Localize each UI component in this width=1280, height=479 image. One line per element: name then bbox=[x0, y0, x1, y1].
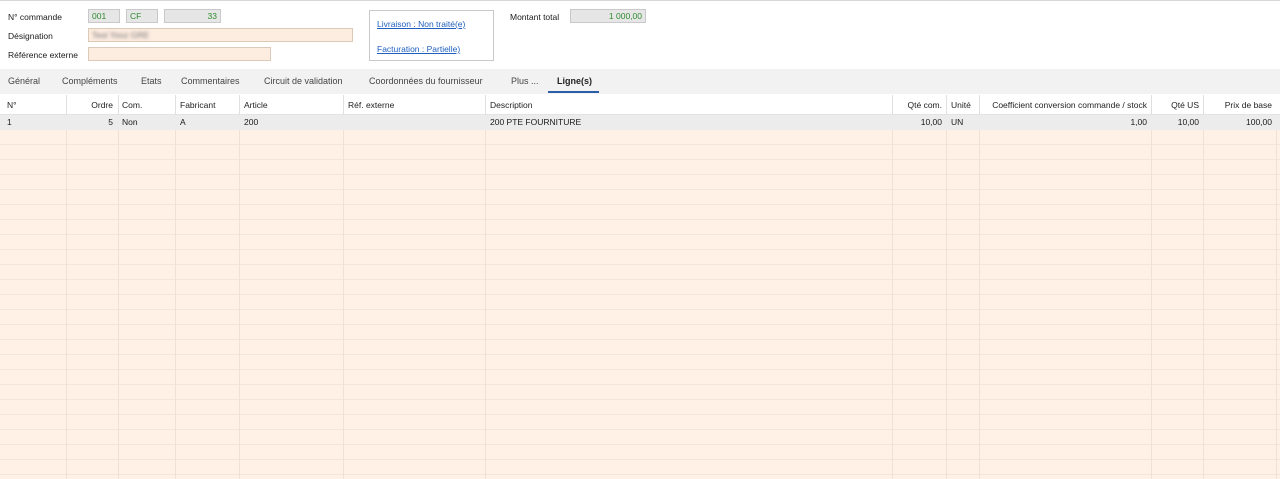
billing-status-link[interactable]: Facturation : Partielle) bbox=[377, 44, 460, 54]
total-amount-label: Montant total bbox=[510, 12, 560, 22]
cell-numero: 1 bbox=[7, 117, 12, 127]
grid-column-line bbox=[118, 115, 119, 479]
cell-unite: UN bbox=[951, 117, 964, 127]
column-header-coefficient-conversion[interactable]: Coefficient conversion commande / stock bbox=[980, 95, 1151, 115]
column-header-description[interactable]: Description bbox=[486, 95, 892, 115]
grid-column-line bbox=[175, 115, 176, 479]
total-amount-field: 1 000,00 bbox=[570, 9, 646, 23]
column-header-fabricant[interactable]: Fabricant bbox=[176, 95, 239, 115]
order-lines-grid: N° Ordre Com. Fabricant Article Réf. ext… bbox=[0, 95, 1280, 479]
grid-column-line bbox=[892, 115, 893, 479]
grid-column-line bbox=[66, 115, 67, 479]
column-header-article[interactable]: Article bbox=[240, 95, 343, 115]
column-header-reference-externe[interactable]: Réf. externe bbox=[344, 95, 485, 115]
tab-circuit-validation[interactable]: Circuit de validation bbox=[264, 69, 343, 94]
cell-ordre: 5 bbox=[108, 117, 113, 127]
tab-commentaires[interactable]: Commentaires bbox=[181, 69, 240, 94]
grid-column-line bbox=[343, 115, 344, 479]
grid-column-line bbox=[946, 115, 947, 479]
grid-header: N° Ordre Com. Fabricant Article Réf. ext… bbox=[0, 95, 1280, 115]
grid-column-line bbox=[1276, 115, 1277, 479]
tab-complements[interactable]: Compléments bbox=[62, 69, 118, 94]
cell-coefficient-conversion: 1,00 bbox=[1130, 117, 1147, 127]
grid-column-line bbox=[1151, 115, 1152, 479]
grid-column-line bbox=[1203, 115, 1204, 479]
order-number-type-field[interactable]: CF bbox=[126, 9, 158, 23]
tab-general[interactable]: Général bbox=[8, 69, 40, 94]
cell-description: 200 PTE FOURNITURE bbox=[490, 117, 582, 127]
grid-column-line bbox=[239, 115, 240, 479]
top-border bbox=[0, 0, 1280, 1]
tab-plus[interactable]: Plus ... bbox=[511, 69, 539, 94]
column-header-numero[interactable]: N° bbox=[3, 95, 65, 115]
grid-column-line bbox=[979, 115, 980, 479]
delivery-status-link[interactable]: Livraison : Non traité(e) bbox=[377, 19, 465, 29]
designation-field[interactable]: Test Yooz GRE bbox=[88, 28, 353, 42]
column-header-com[interactable]: Com. bbox=[118, 95, 175, 115]
column-header-quantite-us[interactable]: Qté US bbox=[1152, 95, 1203, 115]
cell-quantite-commandee: 10,00 bbox=[920, 117, 942, 127]
table-row[interactable]: 1 5 Non A 200 200 PTE FOURNITURE 10,00 U… bbox=[0, 115, 1280, 130]
designation-label: Désignation bbox=[8, 31, 53, 41]
grid-column-line bbox=[485, 115, 486, 479]
cell-com: Non bbox=[122, 117, 138, 127]
order-number-prefix-field[interactable]: 001 bbox=[88, 9, 120, 23]
column-header-unite[interactable]: Unité bbox=[947, 95, 979, 115]
cell-prix-de-base: 100,00 bbox=[1246, 117, 1272, 127]
column-header-quantite-commandee[interactable]: Qté com. bbox=[893, 95, 946, 115]
external-reference-label: Référence externe bbox=[8, 50, 78, 60]
tab-etats[interactable]: Etats bbox=[141, 69, 162, 94]
grid-body bbox=[0, 115, 1280, 479]
cell-reference-externe bbox=[344, 115, 485, 130]
order-number-field[interactable]: 33 bbox=[164, 9, 221, 23]
tab-coordonnees-fournisseur[interactable]: Coordonnées du fournisseur bbox=[369, 69, 483, 94]
cell-article: 200 bbox=[244, 117, 259, 127]
active-tab-indicator bbox=[548, 91, 599, 93]
column-header-ordre[interactable]: Ordre bbox=[67, 95, 117, 115]
column-header-prix-de-base[interactable]: Prix de base bbox=[1204, 95, 1276, 115]
external-reference-field[interactable] bbox=[88, 47, 271, 61]
order-number-label: N° commande bbox=[8, 12, 62, 22]
cell-fabricant: A bbox=[180, 117, 186, 127]
designation-value: Test Yooz GRE bbox=[92, 30, 150, 40]
cell-quantite-us: 10,00 bbox=[1177, 117, 1199, 127]
tab-bar: Général Compléments Etats Commentaires C… bbox=[0, 69, 1280, 94]
